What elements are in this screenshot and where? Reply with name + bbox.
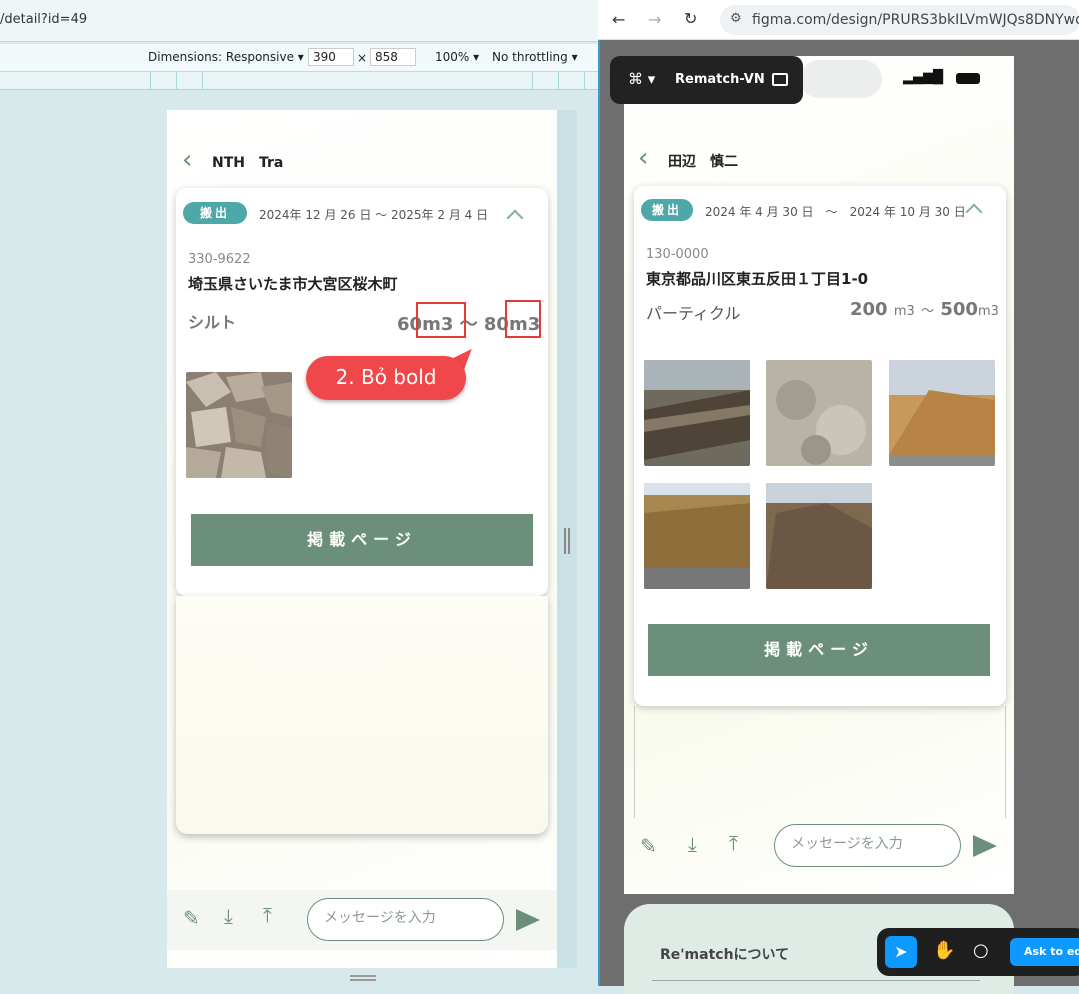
soil-photo[interactable] (889, 360, 995, 466)
ruler-mark (176, 72, 177, 90)
height-input[interactable]: 858 (370, 48, 416, 66)
address: 東京都品川区東五反田１丁目1-0 (646, 270, 869, 288)
devtools-device-toolbar: Dimensions: Responsive ▾ 390 × 858 100% … (0, 44, 598, 72)
send-icon[interactable] (973, 835, 997, 857)
status-badge: 搬出 (641, 199, 693, 221)
download-icon[interactable]: ⤓ (688, 834, 697, 854)
status-badge: 搬出 (183, 202, 247, 224)
ruler-mark (202, 72, 203, 90)
hand-tool-icon[interactable]: ✋ (933, 940, 955, 961)
figma-file-name[interactable]: Rematch-VN (675, 72, 765, 87)
card-extension (634, 706, 1006, 818)
send-icon[interactable] (516, 909, 540, 931)
comment-icon[interactable]: ○ (973, 940, 989, 961)
edit-icon[interactable]: ✎ (640, 836, 657, 856)
message-input[interactable]: メッセージを入力 (307, 898, 504, 941)
listing-page-button[interactable]: 掲載ページ (648, 624, 990, 676)
forward-nav-icon[interactable]: → (648, 10, 661, 29)
download-icon[interactable]: ⤓ (224, 906, 233, 926)
chat-user-name: NTH Tra (212, 155, 284, 171)
media-query-ruler (0, 72, 598, 90)
quantity-range: 200 m3 ～ 500m3 (850, 299, 999, 320)
ruler-mark (532, 72, 533, 90)
back-icon[interactable]: ‹ (182, 147, 192, 173)
ruler-mark (558, 72, 559, 90)
soil-photo[interactable] (644, 483, 750, 589)
soil-photo[interactable] (766, 360, 872, 466)
dimensions-select[interactable]: Dimensions: Responsive ▾ (148, 50, 304, 64)
move-tool-icon[interactable]: ➤ (885, 936, 917, 968)
date-range: 2024年 12 月 26 日 ～ 2025年 2 月 4 日 (259, 208, 489, 222)
zoom-select[interactable]: 100% ▾ (435, 50, 479, 64)
viewport-resize-handle-right[interactable] (564, 528, 570, 554)
throttle-select[interactable]: No throttling ▾ (492, 50, 578, 64)
divider (652, 980, 980, 981)
sidebar-toggle-icon[interactable] (772, 73, 788, 86)
card-extension (176, 596, 548, 834)
address: 埼玉県さいたま市大宮区桜木町 (188, 275, 398, 293)
postal-code: 330-9622 (188, 252, 251, 267)
figma-bottom-toolbar: ➤ ✋ ○ Ask to edit (877, 928, 1079, 976)
ruler-mark (150, 72, 151, 90)
ruler-mark (584, 72, 585, 90)
upload-icon[interactable]: ⤒ (729, 833, 738, 853)
right-url-text[interactable]: figma.com/design/PRURS3bkILVmWJQs8DNYwo/… (752, 12, 1079, 28)
about-title[interactable]: Re'matchについて (660, 944, 789, 964)
figma-file-bar: ⌘ ▾ Rematch-VN (610, 56, 803, 104)
upload-icon[interactable]: ⤒ (263, 905, 272, 925)
edit-icon[interactable]: ✎ (183, 908, 200, 928)
soil-type: パーティクル (646, 304, 741, 323)
date-range: 2024 年 4 月 30 日 ～ 2024 年 10 月 30 日 (705, 205, 966, 219)
annotation-highlight-box (416, 302, 466, 338)
soil-photo[interactable] (186, 372, 292, 478)
left-address-bar[interactable]: /detail?id=49 (0, 0, 598, 42)
chat-user-name: 田辺 慎二 (668, 154, 738, 170)
viewport-resize-handle-bottom[interactable] (350, 975, 376, 981)
ask-to-edit-button[interactable]: Ask to edit (1010, 938, 1079, 966)
site-info-icon[interactable]: ⚙ (730, 11, 742, 26)
soil-photo[interactable] (644, 360, 750, 466)
reload-icon[interactable]: ↻ (684, 9, 697, 28)
soil-photo[interactable] (766, 483, 872, 589)
postal-code: 130-0000 (646, 247, 709, 262)
message-input[interactable]: メッセージを入力 (774, 824, 961, 867)
listing-page-button[interactable]: 掲載ページ (191, 514, 533, 566)
annotation-highlight-box (505, 300, 541, 338)
left-url-text[interactable]: /detail?id=49 (0, 12, 87, 27)
back-nav-icon[interactable]: ← (612, 10, 625, 29)
back-icon[interactable]: ‹ (638, 145, 648, 171)
soil-type: シルト (188, 313, 237, 332)
figma-menu-icon[interactable]: ⌘ ▾ (628, 70, 655, 88)
battery-icon (956, 73, 980, 84)
status-pill (800, 60, 882, 98)
annotation-callout: 2. Bỏ bold (306, 356, 466, 400)
width-input[interactable]: 390 (308, 48, 354, 66)
wifi-icon: ⌔ (930, 67, 946, 86)
times-sign: × (357, 51, 368, 65)
